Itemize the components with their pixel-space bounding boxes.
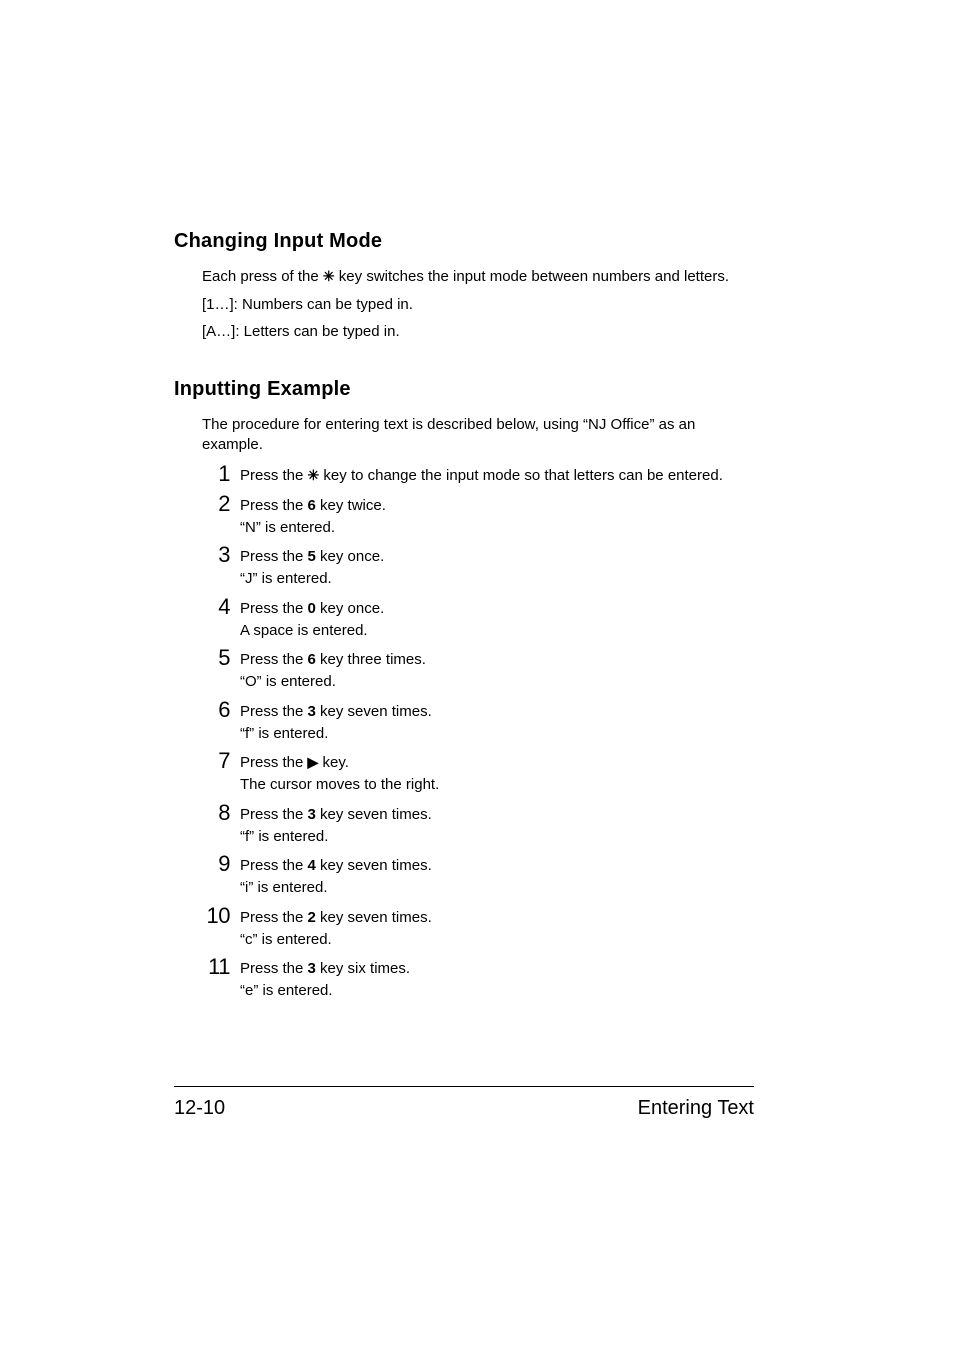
step-key: 6 xyxy=(308,651,316,668)
step-7: 7 Press the ▶ key. The cursor moves to t… xyxy=(202,750,734,796)
step-result: “J” is entered. xyxy=(240,569,384,589)
page-footer: 12-10 Entering Text xyxy=(174,1086,754,1120)
step-8: 8 Press the 3 key seven times. “f” is en… xyxy=(202,802,734,848)
heading-changing-input-mode: Changing Input Mode xyxy=(174,230,734,253)
step-6: 6 Press the 3 key seven times. “f” is en… xyxy=(202,699,734,745)
step-post: key seven times. xyxy=(316,806,432,823)
step-key: 3 xyxy=(308,806,316,823)
steps-list: 1 Press the ✳ key to change the input mo… xyxy=(202,463,734,1001)
step-number: 9 xyxy=(202,853,230,875)
step-body: Press the 3 key seven times. “f” is ente… xyxy=(240,699,432,745)
step-number: 10 xyxy=(196,905,230,927)
footer-rule xyxy=(174,1086,754,1087)
section-inputting-example: Inputting Example The procedure for ente… xyxy=(174,378,734,1002)
step-post: key once. xyxy=(316,548,384,565)
star-key-icon: ✳ xyxy=(308,466,320,485)
para-suffix: key switches the input mode between numb… xyxy=(335,268,729,285)
step-body: Press the 3 key six times. “e” is entere… xyxy=(240,956,410,1002)
step-post: key to change the input mode so that let… xyxy=(319,467,723,484)
step-3: 3 Press the 5 key once. “J” is entered. xyxy=(202,544,734,590)
step-1: 1 Press the ✳ key to change the input mo… xyxy=(202,463,734,486)
step-result: A space is entered. xyxy=(240,621,384,641)
step-result: “O” is entered. xyxy=(240,672,426,692)
step-body: Press the 5 key once. “J” is entered. xyxy=(240,544,384,590)
step-pre: Press the xyxy=(240,806,308,823)
step-key: 3 xyxy=(308,703,316,720)
note-letters: [A…]: Letters can be typed in. xyxy=(202,322,734,342)
step-post: key twice. xyxy=(316,497,386,514)
star-key-icon: ✳ xyxy=(323,267,335,286)
step-post: key seven times. xyxy=(316,703,432,720)
step-key: 6 xyxy=(308,497,316,514)
step-post: key once. xyxy=(316,600,384,617)
step-5: 5 Press the 6 key three times. “O” is en… xyxy=(202,647,734,693)
step-pre: Press the xyxy=(240,600,308,617)
page: Changing Input Mode Each press of the ✳ … xyxy=(0,0,954,1350)
step-key: 2 xyxy=(308,909,316,926)
step-key: 5 xyxy=(308,548,316,565)
step-number: 2 xyxy=(202,493,230,515)
right-arrow-icon: ▶ xyxy=(308,753,319,772)
step-body: Press the ▶ key. The cursor moves to the… xyxy=(240,750,439,796)
step-pre: Press the xyxy=(240,548,308,565)
step-pre: Press the xyxy=(240,703,308,720)
step-pre: Press the xyxy=(240,467,308,484)
step-pre: Press the xyxy=(240,497,308,514)
intro-para: The procedure for entering text is descr… xyxy=(202,415,734,456)
step-body: Press the ✳ key to change the input mode… xyxy=(240,463,723,486)
step-result: “f” is entered. xyxy=(240,827,432,847)
step-body: Press the 3 key seven times. “f” is ente… xyxy=(240,802,432,848)
step-number: 4 xyxy=(202,596,230,618)
step-key: 0 xyxy=(308,600,316,617)
step-pre: Press the xyxy=(240,909,308,926)
step-number: 11 xyxy=(196,956,230,978)
step-number: 3 xyxy=(202,544,230,566)
step-pre: Press the xyxy=(240,960,308,977)
step-number: 1 xyxy=(202,463,230,485)
step-result: “i” is entered. xyxy=(240,878,432,898)
section-changing-input-mode: Changing Input Mode Each press of the ✳ … xyxy=(174,230,734,342)
step-post: key three times. xyxy=(316,651,426,668)
step-number: 5 xyxy=(202,647,230,669)
step-body: Press the 4 key seven times. “i” is ente… xyxy=(240,853,432,899)
step-post: key six times. xyxy=(316,960,410,977)
step-result: “N” is entered. xyxy=(240,518,386,538)
footer-title: Entering Text xyxy=(638,1097,754,1120)
step-number: 8 xyxy=(202,802,230,824)
step-key: 4 xyxy=(308,857,316,874)
step-pre: Press the xyxy=(240,651,308,668)
step-result: “e” is entered. xyxy=(240,981,410,1001)
para-changing-input: Each press of the ✳ key switches the inp… xyxy=(202,267,734,287)
step-11: 11 Press the 3 key six times. “e” is ent… xyxy=(202,956,734,1002)
step-9: 9 Press the 4 key seven times. “i” is en… xyxy=(202,853,734,899)
step-result: The cursor moves to the right. xyxy=(240,775,439,795)
content: Changing Input Mode Each press of the ✳ … xyxy=(174,230,734,1002)
step-result: “c” is entered. xyxy=(240,930,432,950)
step-post: key seven times. xyxy=(316,909,432,926)
step-body: Press the 6 key three times. “O” is ente… xyxy=(240,647,426,693)
step-number: 7 xyxy=(202,750,230,772)
step-body: Press the 6 key twice. “N” is entered. xyxy=(240,493,386,539)
heading-inputting-example: Inputting Example xyxy=(174,378,734,401)
step-number: 6 xyxy=(202,699,230,721)
step-2: 2 Press the 6 key twice. “N” is entered. xyxy=(202,493,734,539)
step-body: Press the 2 key seven times. “c” is ente… xyxy=(240,905,432,951)
step-pre: Press the xyxy=(240,857,308,874)
note-numbers: [1…]: Numbers can be typed in. xyxy=(202,295,734,315)
step-post: key. xyxy=(318,754,349,771)
step-body: Press the 0 key once. A space is entered… xyxy=(240,596,384,642)
step-result: “f” is entered. xyxy=(240,724,432,744)
step-4: 4 Press the 0 key once. A space is enter… xyxy=(202,596,734,642)
para-prefix: Each press of the xyxy=(202,268,323,285)
step-pre: Press the xyxy=(240,754,308,771)
step-key: 3 xyxy=(308,960,316,977)
footer-row: 12-10 Entering Text xyxy=(174,1097,754,1120)
step-10: 10 Press the 2 key seven times. “c” is e… xyxy=(202,905,734,951)
page-number: 12-10 xyxy=(174,1097,225,1120)
step-post: key seven times. xyxy=(316,857,432,874)
